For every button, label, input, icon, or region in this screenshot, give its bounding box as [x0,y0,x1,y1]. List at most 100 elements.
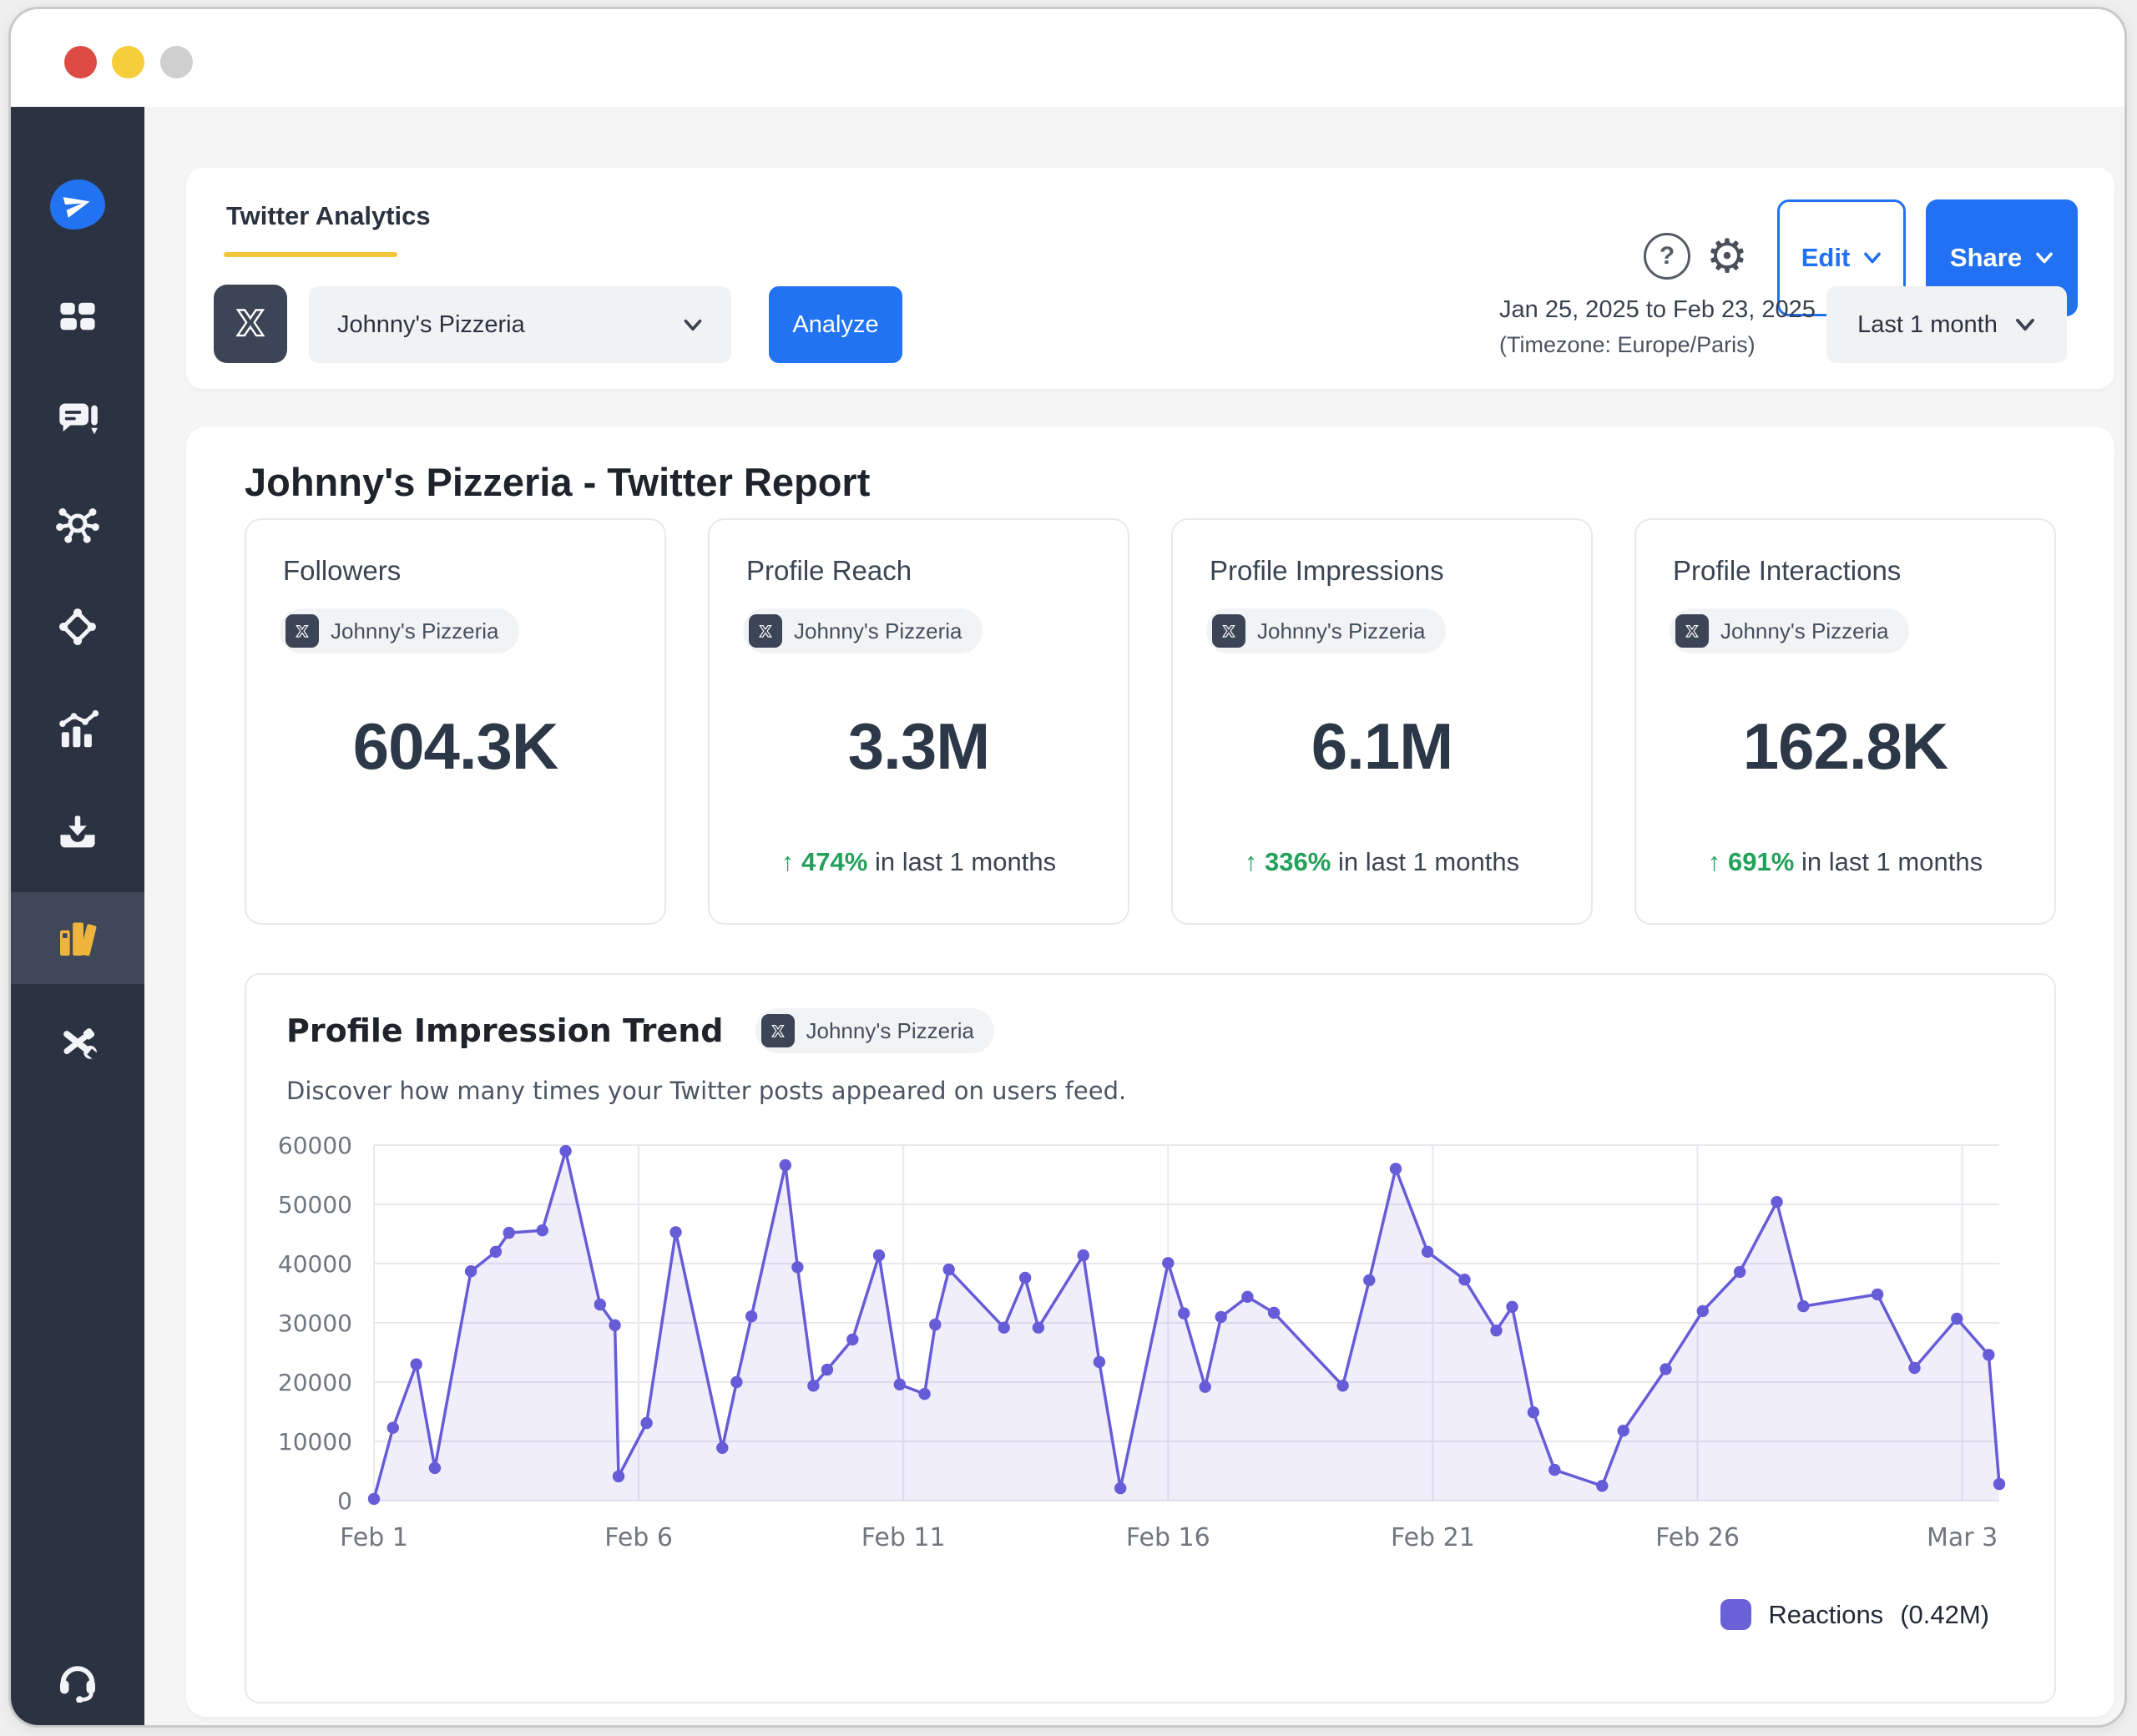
svg-text:Feb 21: Feb 21 [1391,1523,1475,1552]
dashboard-grid-icon [56,295,99,338]
chat-compose-icon [56,398,99,442]
svg-text:Feb 6: Feb 6 [604,1523,673,1552]
trend-header: Profile Impression Trend X Johnny's Pizz… [286,1008,994,1053]
toolbar-card: Twitter Analytics ? ⚙ Edit Share X [186,168,2114,389]
x-platform-tile[interactable]: X [214,285,287,363]
svg-text:60000: 60000 [278,1132,352,1159]
date-range-text: Jan 25, 2025 to Feb 23, 2025 [1499,291,1816,328]
svg-text:0: 0 [337,1487,352,1515]
close-window-button[interactable] [64,46,97,78]
x-logo-icon: X [227,299,274,349]
analyze-button[interactable]: Analyze [769,286,902,363]
x-logo-icon: X [749,614,782,648]
svg-text:10000: 10000 [278,1428,352,1456]
svg-text:30000: 30000 [278,1310,352,1337]
chevron-down-icon [2014,317,2036,332]
network-hub-icon [55,501,100,546]
analytics-bars-icon [55,708,100,753]
legend-item-reactions[interactable]: Reactions (0.42M) [1720,1599,1989,1630]
stat-change: ↑ 336% in last 1 months [1173,847,1591,877]
account-select-value: Johnny's Pizzeria [337,311,683,339]
x-logo-icon: X [761,1014,795,1047]
svg-text:20000: 20000 [278,1369,352,1396]
sidebar-item-support[interactable] [11,1653,144,1706]
account-badge-label: Johnny's Pizzeria [1720,618,1889,644]
tab-active-underline [224,252,397,257]
legend-label: Reactions [1768,1600,1883,1630]
x-logo-icon: X [285,614,319,648]
app-logo-icon[interactable] [11,175,144,234]
svg-text:X: X [237,303,264,344]
svg-text:50000: 50000 [278,1191,352,1219]
chevron-down-icon [683,318,703,332]
help-icon[interactable]: ? [1644,233,1690,280]
tab-twitter-analytics[interactable]: Twitter Analytics [226,201,431,231]
tools-icon [55,1020,100,1065]
sidebar-item-planner[interactable] [11,600,144,654]
chevron-down-icon [2035,251,2054,265]
chevron-down-icon [1863,251,1882,265]
sidebar-item-analytics[interactable] [11,704,144,757]
settings-gear-icon[interactable]: ⚙ [1702,226,1752,286]
account-badge-label: Johnny's Pizzeria [794,618,962,644]
stat-value: 3.3M [710,709,1128,785]
stat-title: Followers [283,555,401,587]
stat-title: Profile Interactions [1673,555,1901,587]
stat-change: ↑ 474% in last 1 months [710,847,1128,877]
account-badge: X Johnny's Pizzeria [755,1008,995,1053]
svg-text:40000: 40000 [278,1250,352,1278]
sidebar-item-publish[interactable] [11,497,144,550]
stat-value: 162.8K [1636,709,2054,785]
account-badge-label: Johnny's Pizzeria [1257,618,1426,644]
trend-subtitle: Discover how many times your Twitter pos… [286,1077,1126,1105]
x-logo-icon: X [1212,614,1245,648]
account-badge-label: Johnny's Pizzeria [806,1018,975,1044]
stat-title: Profile Reach [746,555,912,587]
account-badge: X Johnny's Pizzeria [280,608,519,654]
inbox-tray-icon [56,810,99,854]
account-badge: X Johnny's Pizzeria [743,608,983,654]
sidebar-item-tools[interactable] [11,1016,144,1069]
stat-card-followers: Followers X Johnny's Pizzeria 604.3K [245,518,666,925]
sidebar-item-downloads[interactable] [11,805,144,859]
svg-text:X: X [1686,623,1699,641]
period-select-value: Last 1 month [1857,311,1998,339]
account-badge-label: Johnny's Pizzeria [331,618,499,644]
minimize-window-button[interactable] [112,46,144,78]
sidebar-item-dashboard[interactable] [11,290,144,343]
svg-text:Feb 26: Feb 26 [1655,1523,1740,1552]
maximize-window-button[interactable] [160,46,193,78]
browser-window: Twitter Analytics ? ⚙ Edit Share X [8,7,2127,1728]
stat-value: 604.3K [246,709,664,785]
diamond-nodes-icon [55,604,100,649]
stat-card-profile-reach: Profile Reach X Johnny's Pizzeria 3.3M ↑… [708,518,1129,925]
svg-text:Feb 1: Feb 1 [340,1523,408,1552]
sidebar-item-engage[interactable] [11,393,144,447]
timezone-text: (Timezone: Europe/Paris) [1499,328,1816,361]
stat-card-profile-interactions: Profile Interactions X Johnny's Pizzeria… [1634,518,2056,925]
stat-card-profile-impressions: Profile Impressions X Johnny's Pizzeria … [1171,518,1593,925]
headset-icon [54,1656,101,1703]
legend-color-swatch [1720,1599,1751,1630]
svg-text:Mar 3: Mar 3 [1927,1523,1998,1552]
x-logo-icon: X [1675,614,1709,648]
trend-title: Profile Impression Trend [286,1012,724,1049]
window-titlebar [11,9,2124,107]
svg-text:X: X [760,623,772,641]
account-select[interactable]: Johnny's Pizzeria [309,286,731,363]
svg-text:X: X [296,623,309,641]
account-badge: X Johnny's Pizzeria [1206,608,1446,654]
sidebar-item-library[interactable] [11,892,144,984]
account-badge: X Johnny's Pizzeria [1670,608,1909,654]
stat-title: Profile Impressions [1210,555,1444,587]
legend-value: (0.42M) [1900,1600,1989,1630]
stat-value: 6.1M [1173,709,1591,785]
send-plane-icon [50,179,105,230]
period-select[interactable]: Last 1 month [1826,286,2067,363]
svg-text:Feb 11: Feb 11 [861,1523,946,1552]
library-books-icon [54,915,101,961]
report-title: Johnny's Pizzeria - Twitter Report [245,459,870,505]
main-content: Twitter Analytics ? ⚙ Edit Share X [144,107,2124,1725]
trend-chart-svg: 0 10000 20000 30000 40000 50000 60000 Feb 1 Feb … [255,1121,2041,1588]
svg-text:Feb 16: Feb 16 [1126,1523,1210,1552]
